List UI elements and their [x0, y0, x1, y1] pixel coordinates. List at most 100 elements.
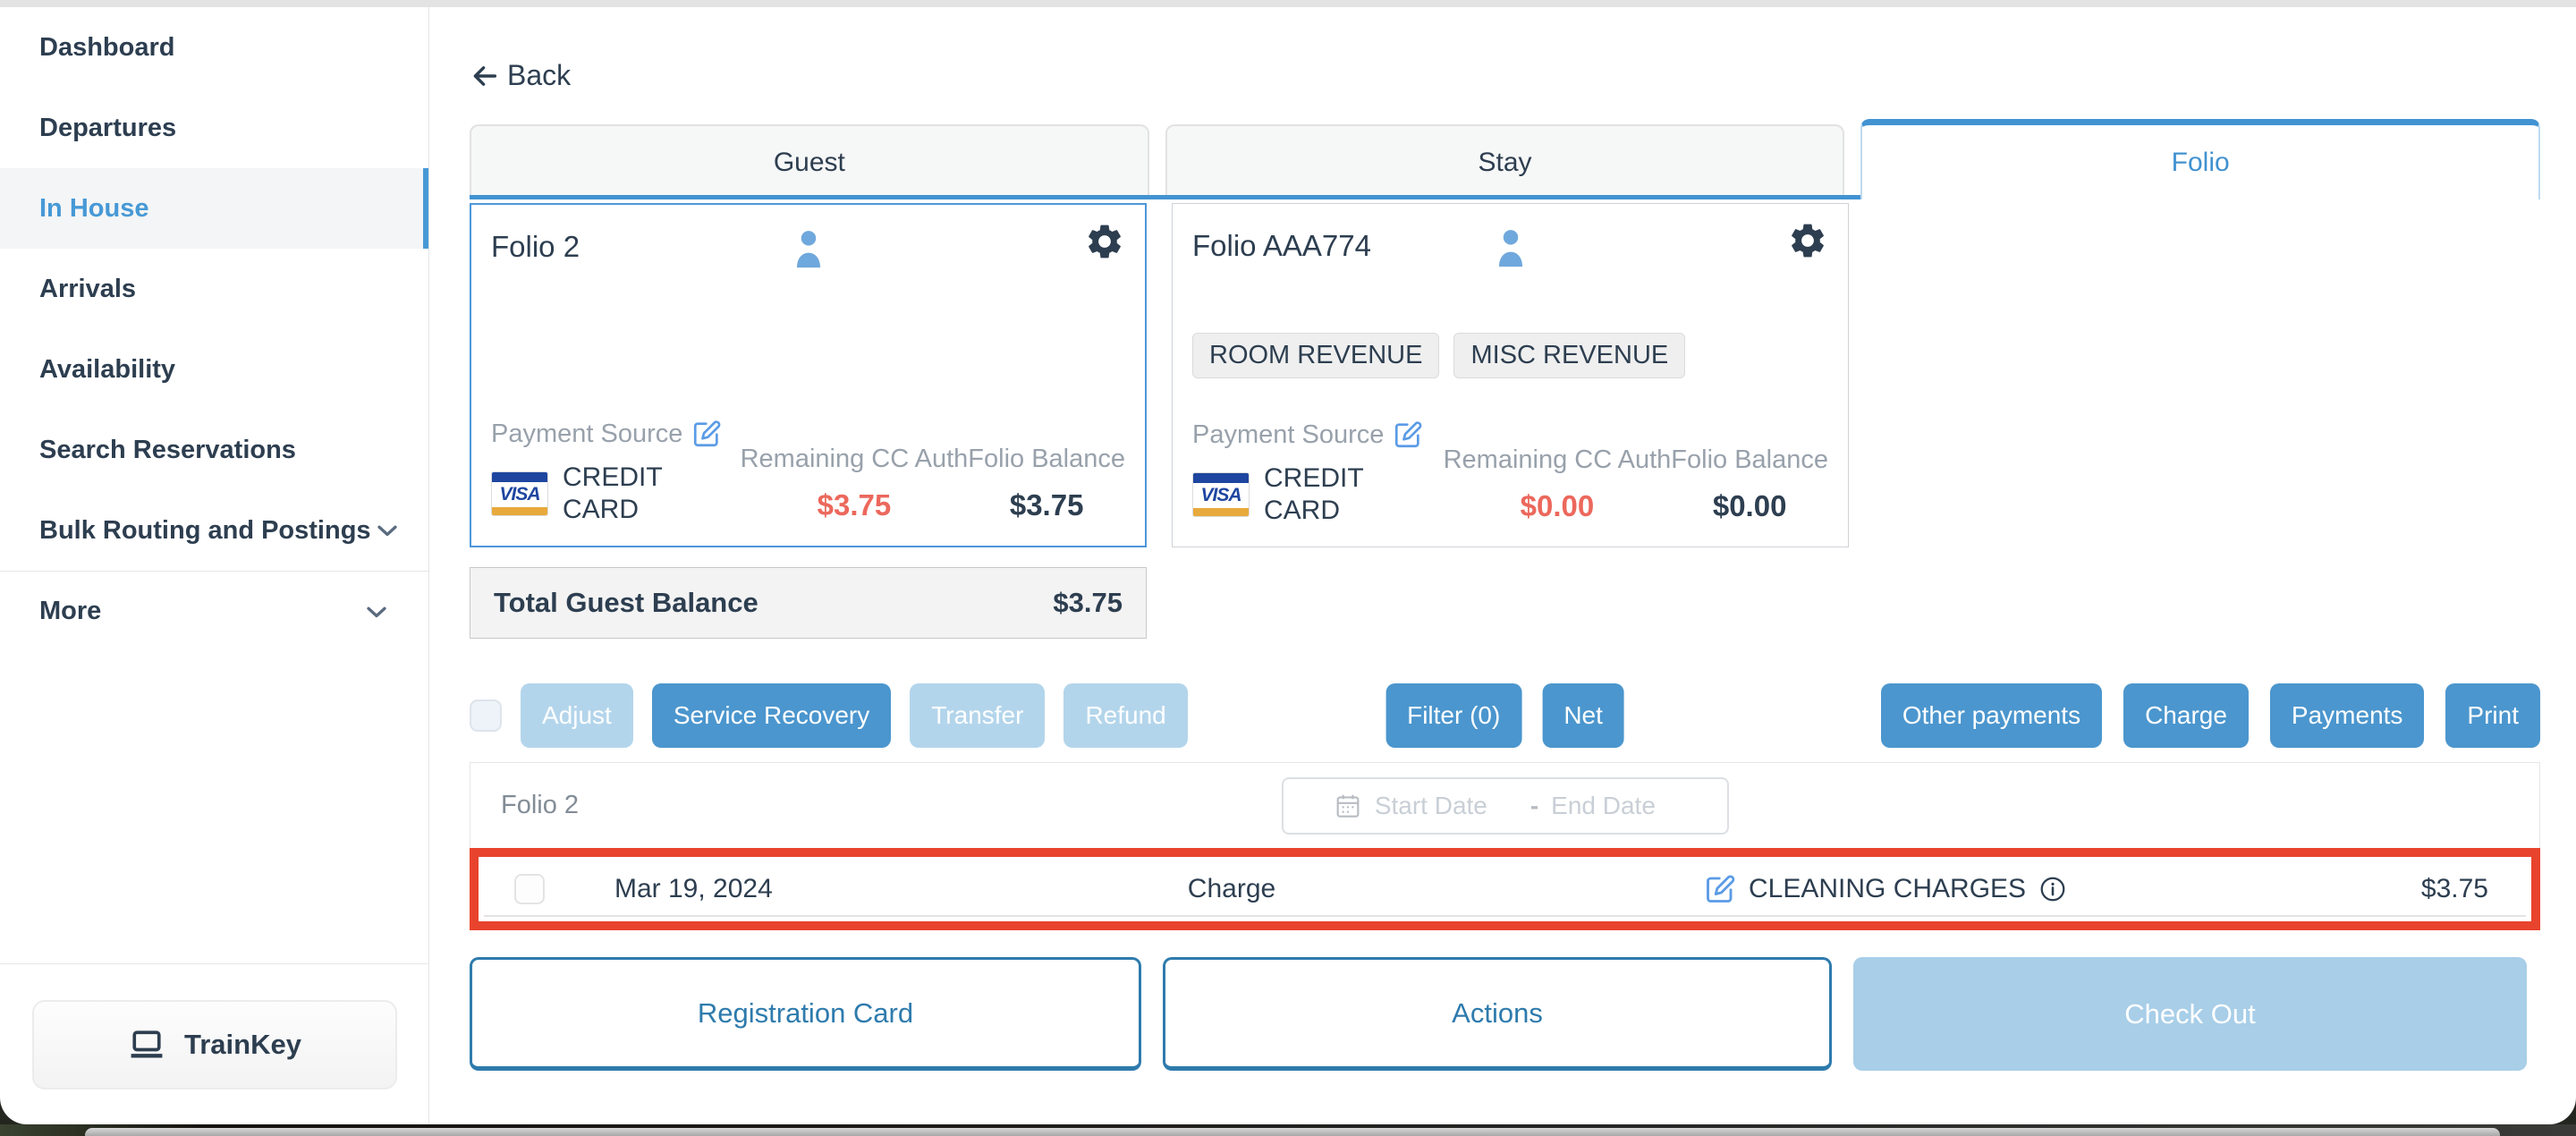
gear-icon[interactable]	[1084, 221, 1125, 262]
folio-balance-block: Folio Balance $3.75	[968, 445, 1125, 522]
select-all-checkbox[interactable]	[470, 699, 502, 732]
sidebar-item-availability[interactable]: Availability	[0, 329, 428, 410]
service-recovery-button[interactable]: Service Recovery	[652, 683, 891, 748]
back-button[interactable]: Back	[470, 59, 571, 92]
back-label: Back	[507, 59, 571, 92]
toolbar-right-group: Other payments Charge Payments Print	[1881, 683, 2540, 748]
check-out-button[interactable]: Check Out	[1853, 957, 2527, 1071]
transfer-button[interactable]: Transfer	[910, 683, 1045, 748]
tag-misc-revenue: MISC REVENUE	[1453, 333, 1685, 378]
sidebar: Dashboard Departures In House Arrivals A…	[0, 7, 429, 1124]
remaining-cc-auth-value: $0.00	[1521, 489, 1595, 523]
sidebar-item-label: Availability	[39, 355, 175, 385]
trainkey-button[interactable]: TrainKey	[32, 1000, 397, 1089]
transactions-table-header: Folio 2 -	[470, 762, 2540, 848]
folio-balance-value: $3.75	[1010, 488, 1084, 522]
trainkey-label: TrainKey	[184, 1029, 301, 1061]
row-checkbox[interactable]	[514, 874, 545, 904]
background-window-edge	[85, 1128, 2500, 1136]
payment-source-label: Payment Source	[491, 420, 682, 449]
charge-button[interactable]: Charge	[2123, 683, 2249, 748]
payment-method: VISA CREDIT CARD	[1192, 462, 1444, 527]
laptop-icon	[127, 1025, 166, 1064]
visa-badge: VISA	[1192, 472, 1250, 517]
registration-card-button[interactable]: Registration Card	[470, 957, 1141, 1071]
print-button[interactable]: Print	[2445, 683, 2540, 748]
sidebar-item-bulk-routing[interactable]: Bulk Routing and Postings	[0, 490, 428, 571]
adjust-button[interactable]: Adjust	[521, 683, 633, 748]
tab-label: Folio	[2172, 148, 2230, 178]
refund-button[interactable]: Refund	[1063, 683, 1187, 748]
transactions-toolbar: Adjust Service Recovery Transfer Refund …	[470, 683, 2540, 748]
actions-button[interactable]: Actions	[1163, 957, 1832, 1071]
sidebar-item-in-house[interactable]: In House	[0, 168, 428, 249]
payment-source-block: Payment Source VISA	[1192, 420, 1444, 527]
info-icon[interactable]	[2038, 875, 2067, 903]
folio-card-footer: Payment Source VISA	[491, 419, 1125, 526]
total-guest-balance-bar: Total Guest Balance $3.75	[470, 567, 1147, 639]
folio-balance-label: Folio Balance	[1671, 445, 1828, 475]
sidebar-item-dashboard[interactable]: Dashboard	[0, 7, 428, 88]
visa-badge: VISA	[491, 471, 548, 516]
date-range-picker[interactable]: -	[1282, 777, 1729, 835]
remaining-cc-auth-value: $3.75	[818, 488, 892, 522]
toolbar-center-group: Filter (0) Net	[1385, 683, 1624, 748]
sidebar-item-arrivals[interactable]: Arrivals	[0, 249, 428, 329]
calendar-icon	[1334, 792, 1362, 820]
sidebar-item-more[interactable]: More	[0, 571, 428, 651]
transaction-description-cell: CLEANING CHARGES	[1455, 873, 2421, 905]
folio-card-footer: Payment Source VISA	[1192, 420, 1828, 527]
sidebar-item-label: Departures	[39, 114, 176, 143]
transactions-table: Folio 2 - Mar 19, 2024 Charge	[470, 762, 2540, 930]
visa-label: VISA	[492, 482, 547, 507]
folio-balance-label: Folio Balance	[968, 445, 1125, 474]
net-button[interactable]: Net	[1542, 683, 1624, 748]
tab-stay[interactable]: Stay	[1165, 124, 1845, 199]
payment-method-label: CREDIT CARD	[563, 462, 679, 526]
tab-folio[interactable]: Folio	[1860, 119, 2540, 199]
total-guest-balance-value: $3.75	[1053, 587, 1123, 619]
folio-section-title: Folio 2	[501, 791, 579, 820]
transaction-amount: $3.75	[2421, 874, 2488, 904]
filter-button[interactable]: Filter (0)	[1385, 683, 1521, 748]
folio-card-folio-2[interactable]: Folio 2 Payment Source	[470, 203, 1147, 547]
date-separator: -	[1530, 792, 1538, 820]
folio-balance-block: Folio Balance $0.00	[1671, 445, 1828, 523]
guest-person-icon[interactable]	[788, 226, 829, 273]
end-date-input[interactable]	[1551, 792, 1676, 820]
chevron-down-icon	[360, 596, 393, 628]
payment-source-block: Payment Source VISA	[491, 419, 741, 526]
footer-actions: Registration Card Actions Check Out	[470, 957, 2540, 1071]
payments-button[interactable]: Payments	[2270, 683, 2425, 748]
start-date-input[interactable]	[1375, 792, 1518, 820]
remaining-cc-auth-block: Remaining CC Auth $0.00	[1444, 445, 1672, 523]
guest-person-icon[interactable]	[1490, 225, 1531, 272]
folio-card-aaa774[interactable]: Folio AAA774 ROOM REVENUE MISC REVENUE	[1172, 203, 1849, 547]
page-background-strip	[0, 1124, 2576, 1136]
folio-tags: ROOM REVENUE MISC REVENUE	[1192, 333, 1828, 378]
total-guest-balance-label: Total Guest Balance	[494, 587, 758, 619]
edit-icon[interactable]	[1393, 420, 1423, 450]
back-arrow-icon	[470, 61, 500, 91]
folio-cards-row: Folio 2 Payment Source	[470, 203, 2540, 547]
tab-label: Guest	[774, 148, 845, 178]
gear-icon[interactable]	[1787, 220, 1828, 261]
sidebar-item-label: Search Reservations	[39, 436, 296, 465]
sidebar-nav: Dashboard Departures In House Arrivals A…	[0, 7, 428, 651]
folio-card-title: Folio 2	[491, 230, 580, 264]
edit-icon[interactable]	[1704, 873, 1736, 905]
payment-method-label: CREDIT CARD	[1264, 462, 1380, 527]
sidebar-item-label: Dashboard	[39, 33, 174, 63]
transaction-row-highlighted[interactable]: Mar 19, 2024 Charge CLEANING CHARGES $3.…	[470, 848, 2540, 930]
sidebar-item-departures[interactable]: Departures	[0, 88, 428, 168]
sidebar-item-label: Arrivals	[39, 275, 136, 304]
tab-guest[interactable]: Guest	[470, 124, 1149, 199]
chevron-down-icon	[371, 514, 403, 547]
sidebar-item-label: Bulk Routing and Postings	[39, 516, 371, 546]
transaction-type: Charge	[1008, 874, 1455, 904]
other-payments-button[interactable]: Other payments	[1881, 683, 2102, 748]
folio-card-title: Folio AAA774	[1192, 229, 1371, 263]
sidebar-item-search-reservations[interactable]: Search Reservations	[0, 410, 428, 490]
edit-icon[interactable]	[691, 419, 722, 449]
remaining-cc-auth-label: Remaining CC Auth	[741, 445, 969, 474]
